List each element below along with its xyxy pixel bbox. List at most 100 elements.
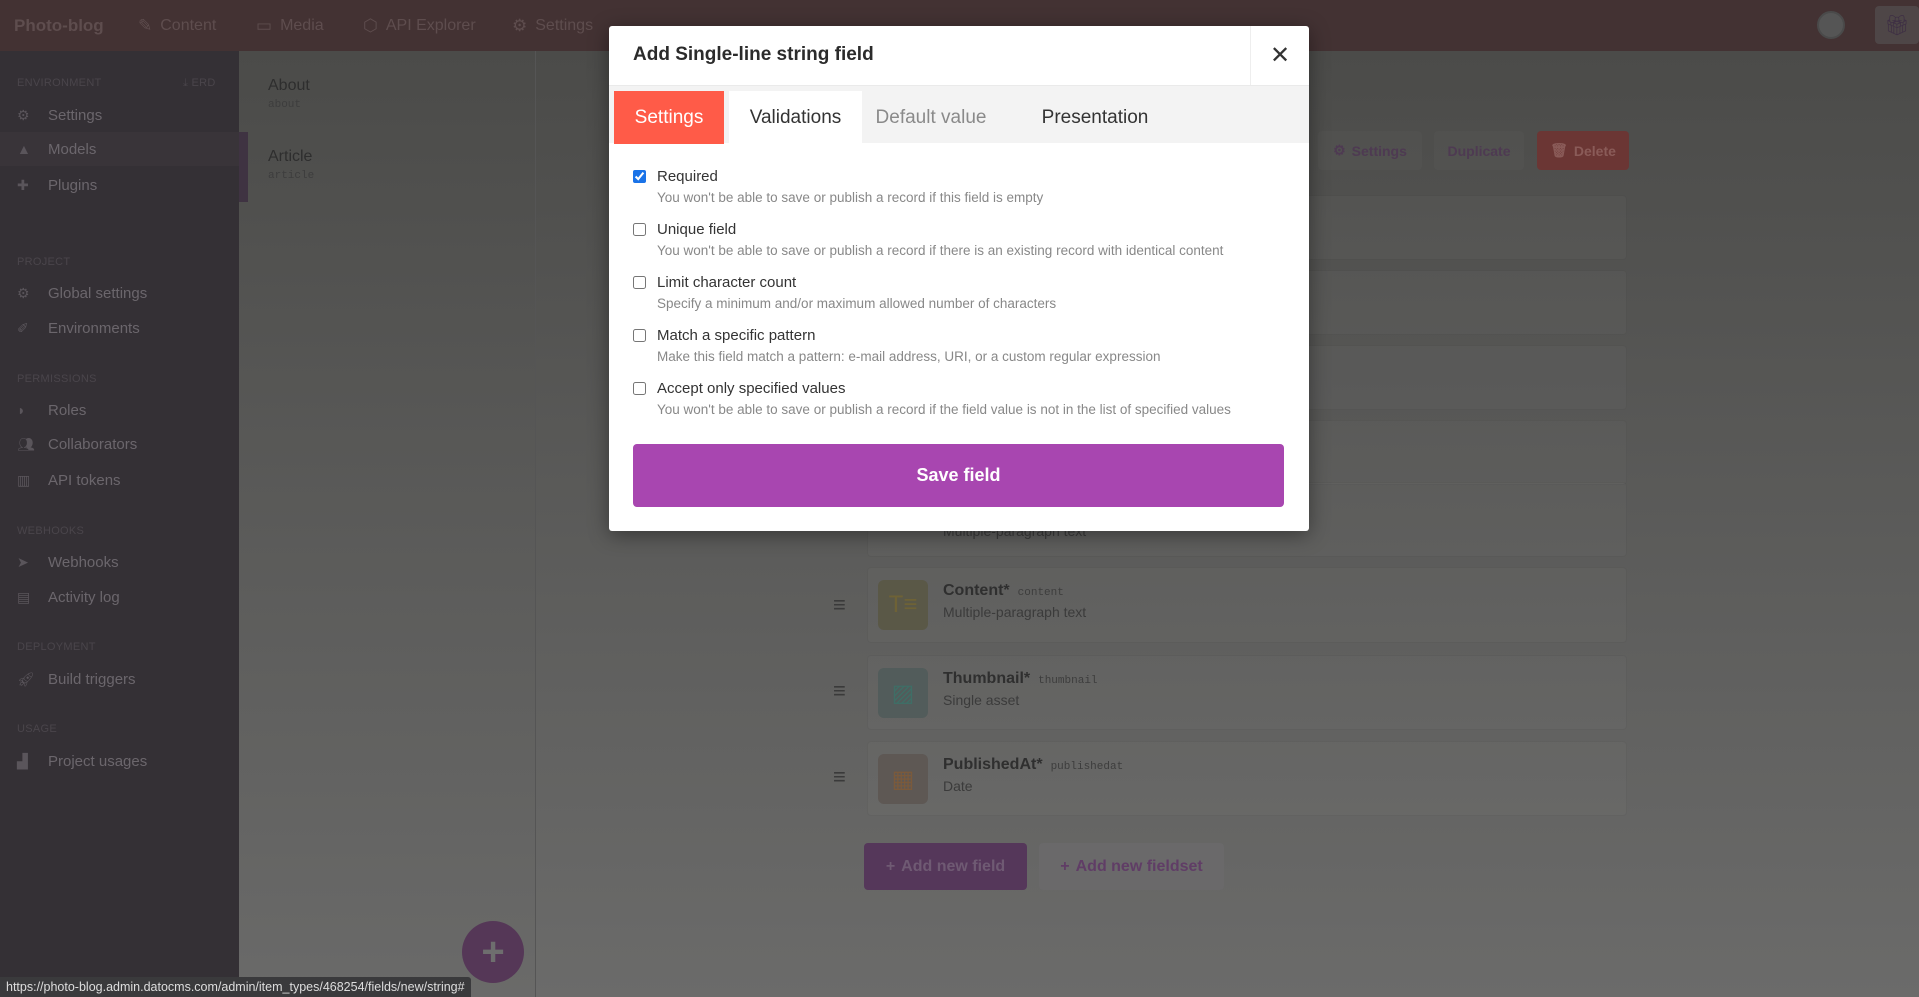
model-about[interactable]: About about	[268, 77, 310, 111]
status-bar-url: https://photo-blog.admin.datocms.com/adm…	[0, 977, 471, 997]
item-label: Global settings	[48, 284, 148, 302]
field-api-key: thumbnail	[1038, 675, 1098, 687]
sidebar-item-plugins[interactable]: ✚ Plugins	[0, 168, 239, 202]
sidebar: ENVIRONMENT ⤓ ERD ⚙ Settings ▲ Models ✚ Plu…	[0, 51, 239, 997]
field-title: Content* content	[943, 582, 1064, 600]
section-permissions: PERMISSIONS	[17, 373, 97, 385]
flask-icon: ✐	[17, 319, 29, 336]
model-article[interactable]: Article article	[268, 148, 314, 182]
sidebar-item-settings[interactable]: ⚙ Settings	[0, 98, 239, 132]
section-environment: ENVIRONMENT	[17, 77, 102, 89]
delete-button[interactable]: 🗑︎ Delete	[1537, 131, 1629, 170]
avatar[interactable]	[1817, 11, 1845, 39]
add-new-fieldset-button[interactable]: + Add new fieldset	[1039, 843, 1224, 890]
sidebar-item-models[interactable]: ▲ Models	[0, 132, 239, 166]
section-webhooks: WEBHOOKS	[17, 525, 85, 537]
duplicate-button[interactable]: Duplicate	[1434, 131, 1524, 170]
button-label: Add new field	[901, 857, 1006, 875]
sidebar-item-collaborators[interactable]: 👥︎ Collaborators	[0, 427, 239, 461]
sidebar-item-build-triggers[interactable]: 🚀︎ Build triggers	[0, 662, 239, 696]
drag-handle-icon[interactable]: ≡	[833, 766, 851, 788]
trash-icon: 🗑︎	[1550, 142, 1568, 158]
item-label: Webhooks	[48, 553, 119, 571]
calendar-icon: ▦	[878, 754, 928, 804]
sidebar-item-webhooks[interactable]: ➤ Webhooks	[0, 545, 239, 579]
unique-checkbox[interactable]	[633, 223, 646, 236]
validation-label: Limit character count	[657, 274, 797, 291]
item-label: Roles	[48, 401, 87, 419]
modal-tabs: Settings Validations Default value Prese…	[609, 85, 1309, 144]
validation-desc: Make this field match a pattern: e-mail …	[657, 349, 1161, 364]
item-label: Environments	[48, 319, 140, 337]
item-label: Models	[48, 140, 97, 158]
validation-desc: You won't be able to save or publish a r…	[657, 190, 1044, 205]
sidebar-item-api-tokens[interactable]: ▥ API tokens	[0, 463, 239, 497]
pattern-checkbox[interactable]	[633, 329, 646, 342]
chart-icon: ▟	[17, 752, 28, 769]
tab-presentation[interactable]: Presentation	[1032, 91, 1158, 144]
active-indicator	[239, 132, 248, 202]
validation-label: Unique field	[657, 221, 737, 238]
shield-icon: ◗	[17, 402, 26, 418]
validation-label: Required	[657, 168, 718, 185]
drag-handle-icon[interactable]: ≡	[833, 680, 851, 702]
erd-label: ERD	[191, 77, 216, 89]
button-label: Duplicate	[1447, 142, 1511, 159]
text-icon: T≡	[878, 580, 928, 630]
field-api-key: publishedat	[1050, 761, 1124, 773]
field-card-thumbnail[interactable]: ▨ Thumbnail* thumbnail Single asset	[867, 655, 1627, 730]
section-project: PROJECT	[17, 256, 71, 268]
tab-default-value[interactable]: Default value	[871, 91, 991, 144]
feather-icon: ✎	[138, 15, 153, 35]
modal-title: Add Single-line string field	[633, 44, 874, 65]
token-icon: ▥	[17, 471, 31, 488]
image-icon: ▨	[878, 668, 928, 718]
enum-checkbox[interactable]	[633, 382, 646, 395]
nav-label: Settings	[535, 16, 594, 34]
tab-settings[interactable]: Settings	[614, 91, 724, 144]
field-api-key: content	[1017, 587, 1064, 599]
graphql-icon: ⬡	[363, 15, 378, 35]
sidebar-item-roles[interactable]: ◗ Roles	[0, 393, 239, 427]
rocket-icon: 🚀︎	[17, 670, 35, 687]
sidebar-item-global-settings[interactable]: ⚙ Global settings	[0, 276, 239, 310]
validation-label: Accept only specified values	[657, 380, 846, 397]
model-name: Article	[268, 148, 313, 165]
field-name: PublishedAt*	[943, 756, 1043, 773]
close-icon[interactable]: ✕	[1250, 26, 1309, 85]
tab-validations[interactable]: Validations	[729, 91, 862, 144]
field-card-content[interactable]: T≡ Content* content Multiple-paragraph te…	[867, 567, 1627, 643]
field-title: Thumbnail* thumbnail	[943, 670, 1098, 688]
sidebar-item-activity-log[interactable]: ▤ Activity log	[0, 580, 239, 614]
item-label: Settings	[48, 106, 103, 124]
brand-logo[interactable]: Photo-blog	[14, 0, 104, 51]
nav-media[interactable]: ▭ Media	[256, 0, 324, 51]
section-usage: USAGE	[17, 723, 58, 735]
gear-icon: ⚙	[512, 15, 528, 35]
gift-icon[interactable]: 🎁︎	[1875, 6, 1919, 44]
settings-button[interactable]: ⚙ Settings	[1318, 131, 1422, 170]
erd-download[interactable]: ⤓ ERD	[183, 77, 216, 90]
nav-settings[interactable]: ⚙ Settings	[512, 0, 593, 51]
length-checkbox[interactable]	[633, 276, 646, 289]
nav-content[interactable]: ✎ Content	[138, 0, 216, 51]
add-model-fab[interactable]: +	[462, 921, 524, 983]
save-field-button[interactable]: Save field	[633, 444, 1284, 507]
gear-icon: ⚙	[17, 284, 30, 301]
nav-label: Media	[280, 16, 324, 34]
sidebar-item-project-usages[interactable]: ▟ Project usages	[0, 744, 239, 778]
add-new-field-button[interactable]: + Add new field	[864, 843, 1027, 890]
model-name: About	[268, 77, 310, 94]
paper-plane-icon: ➤	[17, 553, 29, 570]
field-card-publishedat[interactable]: ▦ PublishedAt* publishedat Date	[867, 741, 1627, 816]
required-checkbox[interactable]	[633, 170, 646, 183]
field-title: PublishedAt* publishedat	[943, 756, 1123, 774]
nav-api-explorer[interactable]: ⬡ API Explorer	[363, 0, 476, 51]
sidebar-item-environments[interactable]: ✐ Environments	[0, 311, 239, 345]
item-label: Activity log	[48, 588, 120, 606]
field-type: Single asset	[943, 692, 1020, 708]
models-list	[239, 51, 536, 997]
drag-handle-icon[interactable]: ≡	[833, 594, 851, 616]
validation-desc: You won't be able to save or publish a r…	[657, 402, 1231, 417]
download-icon: ⤓	[183, 77, 192, 89]
